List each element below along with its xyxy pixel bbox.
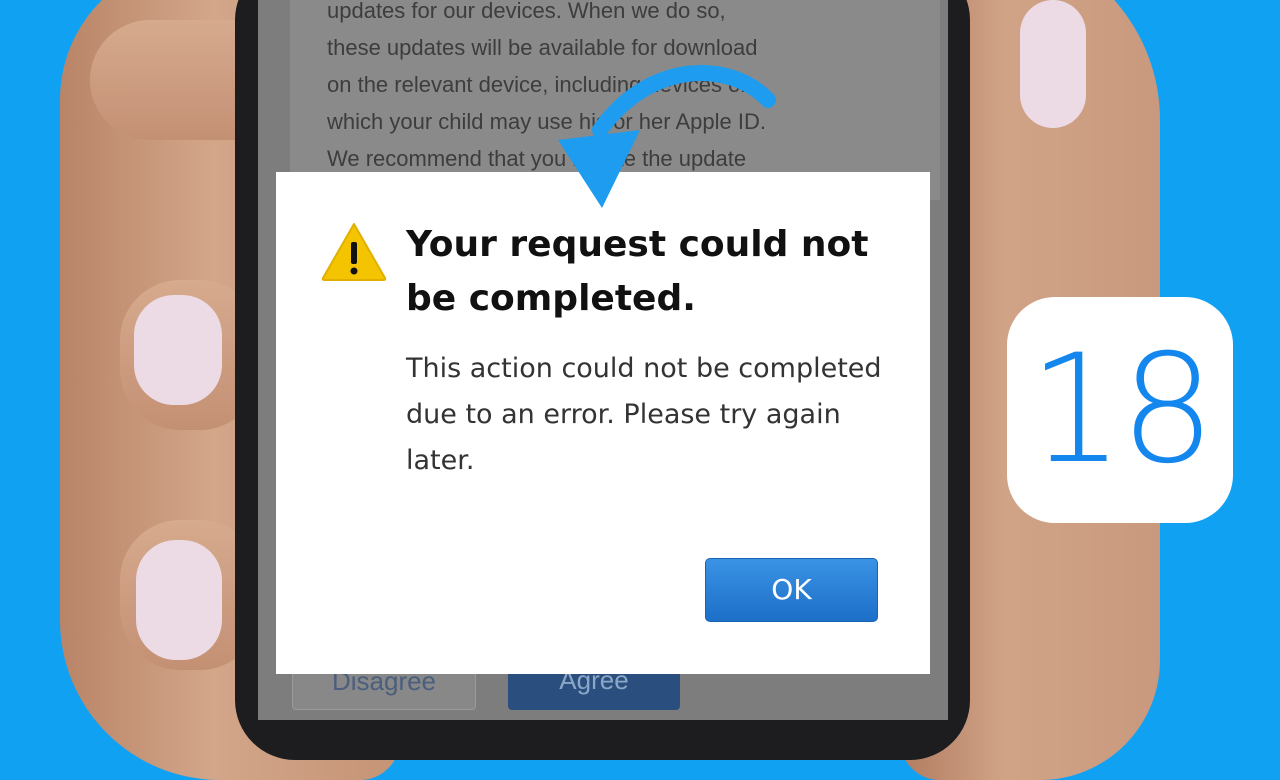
warning-triangle-icon: [321, 223, 387, 281]
curved-arrow-icon: [558, 65, 776, 208]
left-fingernail-middle: [134, 295, 222, 405]
dialog-message: This action could not be completed due t…: [406, 353, 882, 476]
left-fingernail-lower: [136, 540, 222, 660]
ok-button[interactable]: OK: [705, 558, 878, 622]
right-thumbnail: [1020, 0, 1086, 128]
dialog-title: Your request could not be completed.: [406, 224, 869, 319]
terms-line: updates for our devices. When we do so,: [327, 0, 726, 23]
ios-version-number: 18: [1028, 323, 1216, 497]
